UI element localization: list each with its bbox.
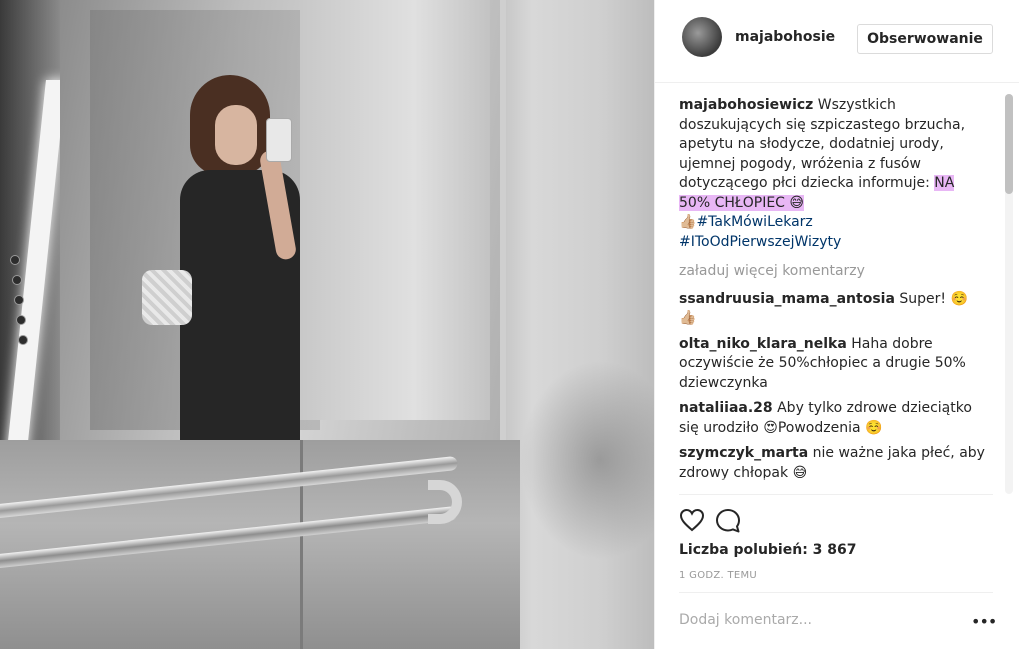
hashtag-link[interactable]: #TakMówiLekarz — [696, 214, 812, 230]
heart-icon[interactable] — [679, 508, 705, 532]
username-link[interactable]: majabohosie — [735, 29, 835, 45]
likes-count[interactable]: Liczba polubień: 3 867 — [679, 542, 857, 558]
comment-author[interactable]: ssandruusia_mama_antosia — [679, 291, 895, 307]
post-side-panel: majabohosie Obserwowanie majabohosiewicz… — [654, 0, 1019, 649]
comments-scrollbar[interactable] — [1005, 94, 1013, 494]
handbag — [142, 270, 192, 325]
following-button[interactable]: Obserwowanie — [857, 24, 993, 54]
post-timestamp[interactable]: 1 GODZ. TEMU — [679, 570, 757, 581]
caption-author[interactable]: majabohosiewicz — [679, 97, 813, 113]
person-reflection — [142, 70, 320, 450]
comment: olta_niko_klara_nelka Haha dobre oczywiś… — [679, 335, 989, 394]
avatar[interactable] — [682, 17, 722, 57]
elevator-button — [18, 335, 28, 345]
elevator-button — [12, 275, 22, 285]
phone — [266, 118, 292, 162]
add-comment-divider — [679, 592, 993, 593]
comment-icon[interactable] — [715, 508, 741, 534]
comment: nataliiaa.28 Aby tylko zdrowe dzieciątko… — [679, 399, 989, 438]
mirror-panel — [300, 0, 490, 420]
comment-author[interactable]: szymczyk_marta — [679, 445, 808, 461]
elevator-button — [14, 295, 24, 305]
actions-divider — [679, 494, 993, 495]
post-header: majabohosie Obserwowanie — [655, 0, 1019, 83]
elevator-button — [16, 315, 26, 325]
post-photo[interactable] — [0, 0, 654, 649]
post-window: majabohosie Obserwowanie majabohosiewicz… — [0, 0, 1019, 649]
face — [215, 105, 257, 165]
comment-author[interactable]: olta_niko_klara_nelka — [679, 336, 847, 352]
scrollbar-thumb[interactable] — [1005, 94, 1013, 194]
comment: ssandruusia_mama_antosia Super! ☺️ 👍🏼 — [679, 290, 989, 329]
more-options-button[interactable]: ••• — [971, 612, 997, 631]
load-more-comments-link[interactable]: załaduj więcej komentarzy — [679, 262, 989, 282]
caption: majabohosiewicz Wszystkich doszukujących… — [679, 96, 989, 252]
add-comment-input[interactable] — [679, 612, 949, 628]
elevator-control-panel — [0, 0, 66, 470]
thumbs-emoji: 👍🏼 — [679, 214, 697, 230]
light-strip — [6, 80, 66, 460]
hashtag-link[interactable]: #IToOdPierwszejWizyty — [679, 234, 841, 250]
comments-list[interactable]: majabohosiewicz Wszystkich doszukujących… — [679, 96, 989, 494]
elevator-button — [10, 255, 20, 265]
comment-author[interactable]: nataliiaa.28 — [679, 400, 773, 416]
